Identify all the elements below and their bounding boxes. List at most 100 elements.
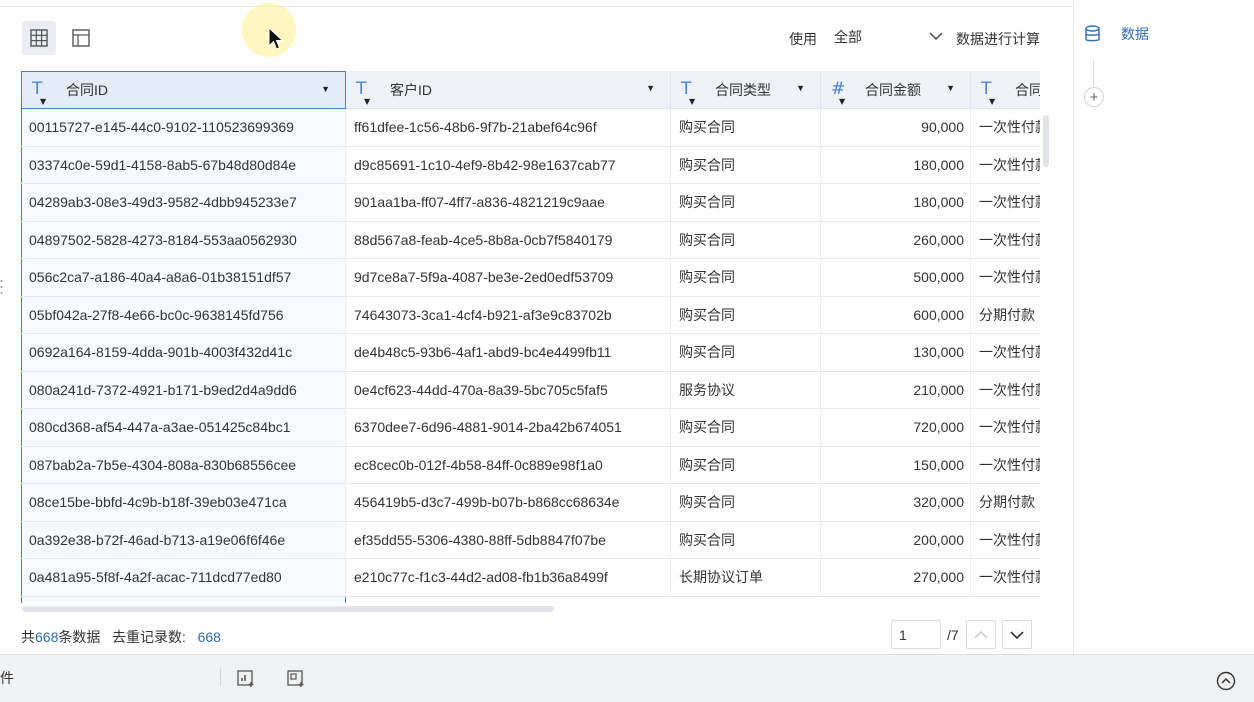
table-row[interactable]: 05bf042a-27f8-4e66-bc0c-9638145fd756 7464… — [21, 296, 1040, 334]
mouse-cursor-icon — [268, 27, 284, 50]
table-cell: 购买合同 — [671, 109, 821, 146]
table-cell: 210,000 — [821, 371, 971, 409]
vertical-scrollbar[interactable] — [1043, 115, 1049, 167]
column-header-label: 合同 — [1015, 81, 1040, 98]
layout-view-button[interactable] — [64, 21, 98, 55]
next-page-button[interactable] — [1002, 620, 1032, 649]
page-number-input[interactable] — [891, 620, 941, 649]
column-menu-icon[interactable]: ▼ — [646, 83, 655, 93]
cursor-highlight — [242, 3, 296, 57]
number-type-icon[interactable]: # ▼ — [831, 80, 857, 106]
table-cell: 260,000 — [821, 221, 971, 259]
dedup-count: 668 — [197, 629, 221, 645]
data-tab[interactable]: 数据 — [1084, 24, 1149, 44]
grid-icon — [30, 29, 48, 47]
table-cell: 130,000 — [821, 334, 971, 371]
table-row[interactable]: 080cd368-af54-447a-a3ae-051425c84bc1 6370… — [21, 409, 1040, 447]
chevron-down-icon — [929, 32, 943, 41]
table-row[interactable]: 04289ab3-08e3-49d3-9582-4dbb945233e7 901a… — [21, 184, 1040, 222]
table-cell: e210c77c-f1c3-44d2-ad08-fb1b36a8499f — [346, 559, 671, 596]
total-count: 668 — [35, 629, 59, 645]
table-cell: 180,000 — [821, 184, 971, 221]
table-cell: 服务协议 — [671, 371, 821, 409]
dedup-label: 去重记录数: — [112, 629, 186, 645]
column-menu-icon[interactable]: ▼ — [796, 83, 805, 93]
table-cell: 320,000 — [821, 484, 971, 521]
type-dropdown-icon: ▼ — [989, 96, 996, 106]
column-header[interactable]: T ▼ 合同ID ▼ — [21, 71, 346, 109]
table-cell: 购买合同 — [671, 521, 821, 559]
total-prefix: 共 — [21, 629, 35, 645]
column-header-label: 客户ID — [390, 81, 432, 98]
table-row[interactable]: 0a481a95-5f8f-4a2f-acac-711dcd77ed80 e210… — [21, 559, 1040, 597]
use-label: 使用 — [789, 31, 817, 47]
table-cell: 056c2ca7-a186-40a4-a8a6-01b38151df57 — [21, 259, 346, 296]
table-row[interactable]: 04897502-5828-4273-8184-553aa0562930 88d5… — [21, 221, 1040, 259]
bottom-bar: 组件 — [0, 654, 1254, 702]
table-cell: 0692a164-8159-4dda-901b-4003f432d41c — [21, 334, 346, 371]
chevron-up-icon — [974, 630, 988, 639]
text-type-icon[interactable]: T ▼ — [356, 80, 382, 106]
column-header[interactable]: T ▼ 合同 — [971, 71, 1040, 109]
table-cell: 00115727-e145-44c0-9102-110523699369 — [21, 109, 346, 146]
table-cell: 分期付款 — [971, 297, 1040, 334]
total-suffix: 条数据 — [58, 629, 101, 645]
table-cell: 88d567a8-feab-4ce5-8b8a-0cb7f5840179 — [346, 221, 671, 259]
table-cell: 分期付款 — [971, 484, 1040, 521]
table-cell: 04897502-5828-4273-8184-553aa0562930 — [21, 221, 346, 259]
table-cell: 080cd368-af54-447a-a3ae-051425c84bc1 — [21, 409, 346, 446]
table-row[interactable]: 080a241d-7372-4921-b171-b9ed2d4a9dd6 0e4c… — [21, 371, 1040, 409]
column-header[interactable]: T ▼ 合同类型 ▼ — [671, 71, 821, 109]
text-type-icon[interactable]: T ▼ — [981, 80, 1007, 106]
collapse-icon[interactable] — [1216, 671, 1236, 691]
text-type-icon[interactable]: T ▼ — [32, 80, 58, 106]
add-button[interactable]: + — [1084, 87, 1104, 107]
table-cell: 05bf042a-27f8-4e66-bc0c-9638145fd756 — [21, 296, 346, 334]
table-cell: 0a481a95-5f8f-4a2f-acac-711dcd77ed80 — [21, 559, 346, 596]
table-cell: 456419b5-d3c7-499b-b07b-b868cc68634e — [346, 484, 671, 521]
table-row[interactable]: 00115727-e145-44c0-9102-110523699369 ff61… — [21, 109, 1040, 147]
right-panel: 数据 + — [1073, 0, 1254, 654]
type-dropdown-icon: ▼ — [839, 96, 846, 106]
calc-label: 数据进行计算 — [956, 31, 1040, 47]
table-cell: 0e4cf623-44dd-470a-8a39-5bc705c5faf5 — [346, 371, 671, 409]
text-type-icon[interactable]: T ▼ — [681, 80, 707, 106]
table-row[interactable]: 03374c0e-59d1-4158-8ab5-67b48d80d84e d9c8… — [21, 146, 1040, 184]
column-menu-icon[interactable]: ▼ — [321, 84, 330, 94]
table-cell: 08ce15be-bbfd-4c9b-b18f-39eb03e471ca — [21, 484, 346, 521]
column-header[interactable]: # ▼ 合同金额 ▼ — [821, 71, 971, 109]
table-row[interactable]: 0a392e38-b72f-46ad-b713-a19e06f6f46e ef35… — [21, 521, 1040, 559]
column-header[interactable]: T ▼ 客户ID ▼ — [346, 71, 671, 109]
horizontal-scrollbar[interactable] — [22, 606, 554, 612]
table-cell: 080a241d-7372-4921-b171-b9ed2d4a9dd6 — [21, 371, 346, 409]
chevron-down-icon — [1010, 630, 1024, 639]
add-component-button[interactable] — [284, 666, 308, 690]
column-menu-icon[interactable]: ▼ — [946, 83, 955, 93]
table-cell: 6370dee7-6d96-4881-9014-2ba42b674051 — [346, 409, 671, 446]
scope-select[interactable]: 全部 — [826, 22, 951, 52]
table-cell: 600,000 — [821, 296, 971, 334]
add-chart-button[interactable] — [234, 666, 258, 690]
drag-handle-icon[interactable] — [0, 279, 3, 295]
bottom-divider — [220, 668, 221, 686]
table-row[interactable]: 056c2ca7-a186-40a4-a8a6-01b38151df57 9d7c… — [21, 259, 1040, 297]
table-cell: 04289ab3-08e3-49d3-9582-4dbb945233e7 — [21, 184, 346, 221]
table-cell: 一次性付款 — [971, 334, 1040, 371]
table-view-button[interactable] — [22, 21, 56, 55]
table-cell: 一次性付款 — [971, 147, 1040, 184]
column-header-label: 合同金额 — [865, 81, 921, 98]
table-cell: 一次性付款 — [971, 409, 1040, 446]
page-total: /7 — [947, 627, 959, 643]
table-cell: 74643073-3ca1-4cf4-b921-af3e9c83702b — [346, 296, 671, 334]
table-cell: 一次性付款 — [971, 522, 1040, 559]
table-row[interactable]: 087bab2a-7b5e-4304-808a-830b68556cee ec8c… — [21, 446, 1040, 484]
table-cell: 500,000 — [821, 259, 971, 296]
prev-page-button[interactable] — [966, 620, 996, 649]
table-cell: 购买合同 — [671, 146, 821, 184]
table-row[interactable]: 0692a164-8159-4dda-901b-4003f432d41c de4b… — [21, 334, 1040, 372]
table-row[interactable]: 08ce15be-bbfd-4c9b-b18f-39eb03e471ca 4564… — [21, 484, 1040, 522]
add-chart-icon — [237, 670, 254, 687]
column-header-label: 合同ID — [66, 82, 108, 98]
data-tab-label: 数据 — [1121, 26, 1149, 42]
table-cell: 0a392e38-b72f-46ad-b713-a19e06f6f46e — [21, 521, 346, 559]
